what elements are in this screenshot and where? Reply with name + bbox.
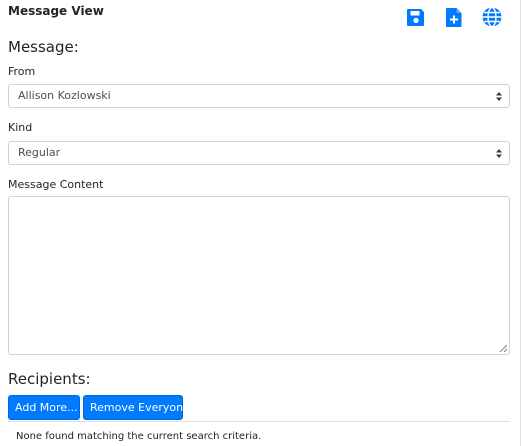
kind-select-value: Regular [18, 146, 61, 159]
kind-select[interactable]: Regular [8, 141, 510, 165]
sort-caret-icon [496, 92, 502, 101]
sort-caret-icon [496, 149, 502, 158]
message-section-title: Message: [8, 38, 79, 56]
panel-border [520, 0, 521, 446]
page-title: Message View [8, 4, 104, 18]
globe-button[interactable] [481, 6, 503, 28]
globe-icon [482, 6, 502, 28]
new-document-button[interactable] [443, 6, 465, 28]
message-content-label: Message Content [8, 178, 104, 191]
empty-results-message: None found matching the current search c… [16, 431, 262, 442]
from-select-value: Allison Kozlowski [18, 89, 111, 102]
remove-everyone-button[interactable]: Remove Everyone [83, 395, 190, 420]
add-more-button[interactable]: Add More... [8, 395, 80, 420]
divider [8, 421, 510, 422]
kind-label: Kind [8, 121, 33, 134]
save-icon [407, 9, 424, 26]
recipients-section-title: Recipients: [8, 370, 91, 388]
message-content-textarea[interactable] [8, 196, 510, 355]
file-add-icon [446, 8, 462, 27]
from-select[interactable]: Allison Kozlowski [8, 84, 510, 108]
from-label: From [8, 65, 36, 78]
resize-grip-icon[interactable] [499, 344, 507, 352]
save-button[interactable] [405, 6, 427, 28]
